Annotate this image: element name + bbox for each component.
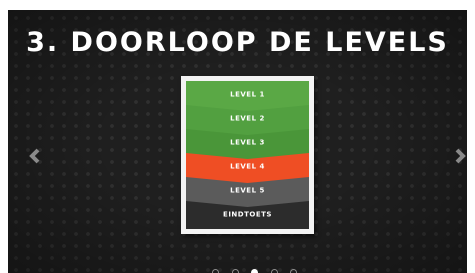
level-1-label: LEVEL 1	[230, 90, 265, 99]
pagination-dot-5[interactable]	[290, 269, 297, 273]
slide-title: 3. DOORLOOP DE LEVELS	[26, 27, 449, 58]
level-2-label: LEVEL 2	[230, 114, 265, 123]
levels-card: LEVEL 1 LEVEL 2 LEVEL 3 LEVEL 4 LEVEL 5 …	[181, 76, 314, 234]
slideshow: 3. DOORLOOP DE LEVELS LEVEL 1 LEVEL 2 LE…	[8, 10, 467, 273]
next-slide-button[interactable]	[453, 148, 467, 164]
levels-stack: LEVEL 1 LEVEL 2 LEVEL 3 LEVEL 4 LEVEL 5 …	[186, 81, 309, 229]
chevron-right-icon	[455, 148, 466, 164]
pagination-dot-3[interactable]	[251, 269, 258, 273]
previous-slide-button[interactable]	[28, 148, 42, 164]
slide-pagination	[212, 269, 310, 273]
pagination-dot-2[interactable]	[231, 269, 239, 273]
level-3-label: LEVEL 3	[230, 138, 265, 147]
level-1-band: LEVEL 1	[186, 81, 309, 111]
final-test-label: EINDTOETS	[223, 210, 272, 219]
pagination-dot-4[interactable]	[270, 269, 278, 273]
pagination-dot-1[interactable]	[212, 269, 219, 273]
level-5-label: LEVEL 5	[230, 186, 265, 195]
level-4-label: LEVEL 4	[230, 162, 265, 171]
chevron-left-icon	[29, 148, 40, 164]
